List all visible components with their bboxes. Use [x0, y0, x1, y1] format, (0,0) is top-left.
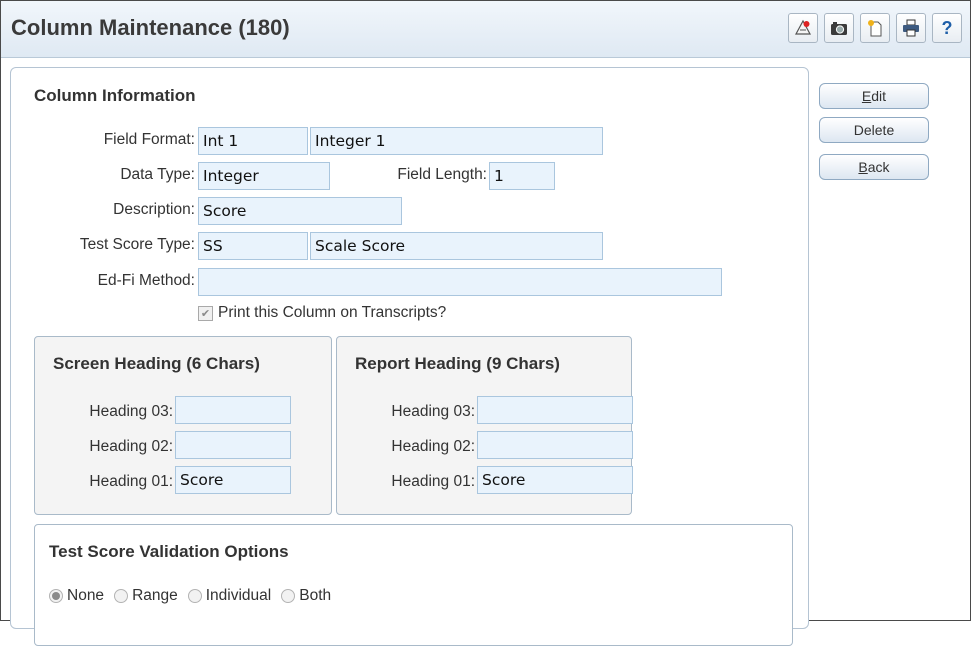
report-heading-03-label: Heading 03:	[391, 403, 475, 420]
print-on-transcripts-checkbox[interactable]: ✔	[198, 305, 213, 321]
field-length-field[interactable]: 1	[489, 162, 555, 190]
test-score-type-description-field[interactable]: Scale Score	[310, 232, 603, 260]
print-on-transcripts-label: Print this Column on Transcripts?	[218, 304, 447, 321]
report-heading-03-field[interactable]	[477, 396, 633, 424]
screen-heading-01-field[interactable]: Score	[175, 466, 291, 494]
validation-option-none[interactable]: None	[49, 587, 104, 605]
print-on-transcripts-row: ✔ Print this Column on Transcripts?	[198, 304, 446, 322]
screen-heading-box: Screen Heading (6 Chars) Heading 03: Hea…	[34, 336, 332, 515]
validation-option-individual[interactable]: Individual	[187, 587, 272, 605]
validation-option-both[interactable]: Both	[281, 587, 331, 605]
screen-heading-03-field[interactable]	[175, 396, 291, 424]
edit-label-rest: dit	[871, 88, 887, 104]
validation-option-none-label: None	[67, 587, 105, 604]
validation-option-range-label: Range	[132, 587, 178, 604]
validation-options-box: Test Score Validation Options None Range…	[34, 524, 793, 646]
column-information-panel: Column Information Field Format: Int 1 I…	[10, 67, 809, 646]
field-length-label: Field Length:	[397, 166, 487, 183]
test-score-type-code-field[interactable]: SS	[198, 232, 308, 260]
report-heading-01-label: Heading 01:	[391, 473, 475, 490]
edit-mnemonic: E	[861, 88, 872, 104]
report-heading-title: Report Heading (9 Chars)	[355, 354, 560, 373]
delete-button[interactable]: Delete	[819, 117, 929, 143]
print-icon[interactable]	[896, 13, 926, 43]
back-label-rest: ack	[867, 159, 890, 175]
column-information-title: Column Information	[34, 86, 196, 105]
report-heading-box: Report Heading (9 Chars) Heading 03: Hea…	[336, 336, 633, 515]
screen-heading-03-label: Heading 03:	[89, 403, 173, 420]
back-button[interactable]: Back	[819, 154, 929, 180]
validation-options-title: Test Score Validation Options	[49, 542, 289, 561]
camera-icon[interactable]	[824, 13, 854, 43]
screen-heading-title: Screen Heading (6 Chars)	[53, 354, 260, 373]
field-format-description-field[interactable]: Integer 1	[310, 127, 603, 155]
edfi-method-label: Ed-Fi Method:	[97, 272, 195, 289]
toolbar: ?	[782, 13, 962, 43]
new-document-icon[interactable]	[860, 13, 890, 43]
edfi-method-field[interactable]	[198, 268, 722, 296]
window-frame: Column Maintenance (180) ? Edit Delete B…	[0, 0, 971, 646]
report-heading-02-label: Heading 02:	[391, 438, 475, 455]
data-type-field[interactable]: Integer	[198, 162, 330, 190]
validation-options-group: None Range Individual Both	[49, 587, 341, 605]
help-label: ?	[941, 17, 953, 38]
validation-option-range[interactable]: Range	[114, 587, 178, 605]
report-icon[interactable]	[788, 13, 818, 43]
radio-individual[interactable]	[187, 589, 202, 603]
back-mnemonic: B	[858, 159, 868, 175]
data-type-label: Data Type:	[120, 166, 195, 183]
edit-button[interactable]: Edit	[819, 83, 929, 109]
description-label: Description:	[113, 201, 195, 218]
radio-none[interactable]	[49, 589, 63, 603]
radio-range[interactable]	[114, 589, 129, 603]
screen-heading-01-label: Heading 01:	[89, 473, 173, 490]
screen-heading-02-field[interactable]	[175, 431, 291, 459]
page-title: Column Maintenance (180)	[11, 15, 290, 40]
field-format-label: Field Format:	[103, 131, 195, 148]
description-field[interactable]: Score	[198, 197, 402, 225]
help-icon[interactable]: ?	[932, 13, 962, 43]
validation-option-both-label: Both	[299, 587, 332, 604]
screen-heading-02-label: Heading 02:	[89, 438, 173, 455]
field-format-code-field[interactable]: Int 1	[198, 127, 308, 155]
report-heading-01-field[interactable]: Score	[477, 466, 633, 494]
radio-both[interactable]	[281, 589, 296, 603]
report-heading-02-field[interactable]	[477, 431, 633, 459]
test-score-type-label: Test Score Type:	[79, 236, 195, 253]
title-bar: Column Maintenance (180) ?	[1, 1, 970, 58]
validation-option-individual-label: Individual	[205, 587, 272, 604]
